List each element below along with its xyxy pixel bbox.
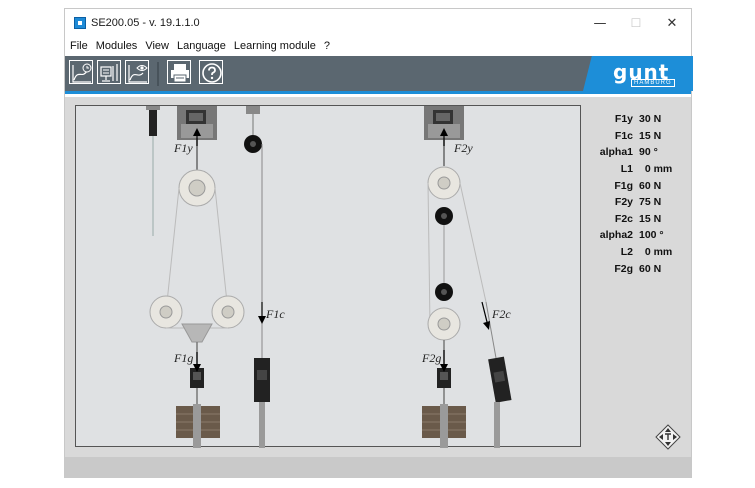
help-icon [202,63,222,83]
right-assembly: F2y F2c F2g [421,106,512,448]
readout-label: alpha2 [599,229,633,242]
chart-eye-icon [128,65,148,83]
status-bar [65,457,691,478]
f1g-label: F1g [173,351,193,365]
f2y-label: F2y [453,141,473,155]
pulley-diagram: F1y F1c F1g F2y F2c F2g [75,105,581,448]
left-assembly: F1y F1c F1g [146,106,285,448]
readout-label: F2c [614,212,633,225]
readout-row: L1 0 mm [585,161,685,178]
readout-label: F1y [614,113,633,126]
readout-row: F2y 75 N [585,194,685,211]
readout-value: 15 N [639,129,662,142]
chart-clock-icon [72,63,92,83]
readout-value: 0 mm [639,246,673,259]
readout-value: 60 N [639,262,662,275]
app-window: SE200.05 - v. 19.1.1.0 — ☐ ✕ File Module… [64,8,693,478]
menu-learning-module[interactable]: Learning module [234,38,316,55]
readout-row: alpha1 90 ° [585,144,685,161]
readout-label: F2y [614,196,633,209]
printer-icon [171,64,189,83]
menu-help[interactable]: ? [324,38,330,55]
chart-monitor-icon [100,64,118,82]
menu-bar: File Modules View Language Learning modu… [65,38,691,55]
reposition-button[interactable] [655,424,681,450]
f1c-label: F1c [265,307,285,321]
readout-row: F1g 60 N [585,177,685,194]
readout-row: F1y 30 N [585,111,685,128]
pulley-system-drawing: F1y F1c F1g F2y F2c F2g [146,106,512,448]
readout-value: 100 ° [639,229,664,242]
chart-view-button[interactable] [125,60,149,84]
readout-label: F1g [614,179,633,192]
readout-label: F2g [614,262,633,275]
toolbar: gunt HAMBURG [65,56,693,94]
readout-value: 75 N [639,196,662,209]
readout-row: L2 0 mm [585,244,685,261]
readout-value: 0 mm [639,163,673,176]
menu-file[interactable]: File [70,38,88,55]
minimize-button[interactable]: — [585,12,615,34]
toolbar-separator [157,62,159,86]
app-icon [74,17,86,29]
close-button[interactable]: ✕ [657,12,687,34]
help-button[interactable] [199,60,223,84]
window-title: SE200.05 - v. 19.1.1.0 [91,17,200,29]
readout-row: F1c 15 N [585,128,685,145]
maximize-button[interactable]: ☐ [621,12,651,34]
readout-label: L2 [620,246,633,259]
menu-view[interactable]: View [145,38,169,55]
print-button[interactable] [167,60,191,84]
readout-value: 60 N [639,179,662,192]
readout-row: alpha2 100 ° [585,227,685,244]
logo-subtitle: HAMBURG [631,79,675,87]
f2g-label: F2g [421,351,441,365]
chart-monitor-button[interactable] [97,60,121,84]
readout-label: F1c [614,129,633,142]
menu-modules[interactable]: Modules [96,38,138,55]
readout-row: F2c 15 N [585,211,685,228]
readout-value: 90 ° [639,146,658,159]
workspace: F1y F1c F1g F2y F2c F2g F1y 30 N F1c 15 … [65,97,691,457]
f1y-label: F1y [173,141,193,155]
menu-language[interactable]: Language [177,38,226,55]
readout-value: 15 N [639,212,662,225]
gunt-logo: gunt HAMBURG [583,56,693,91]
readout-label: L1 [620,163,633,176]
move-arrows-icon [655,424,681,450]
chart-time-button[interactable] [69,60,93,84]
readout-row: F2g 60 N [585,260,685,277]
f2c-label: F2c [491,307,511,321]
title-bar: SE200.05 - v. 19.1.1.0 — ☐ ✕ [65,9,691,37]
readout-panel: F1y 30 N F1c 15 N alpha1 90 ° L1 0 mm F1g 60… [585,111,685,277]
readout-label: alpha1 [599,146,633,159]
readout-value: 30 N [639,113,662,126]
